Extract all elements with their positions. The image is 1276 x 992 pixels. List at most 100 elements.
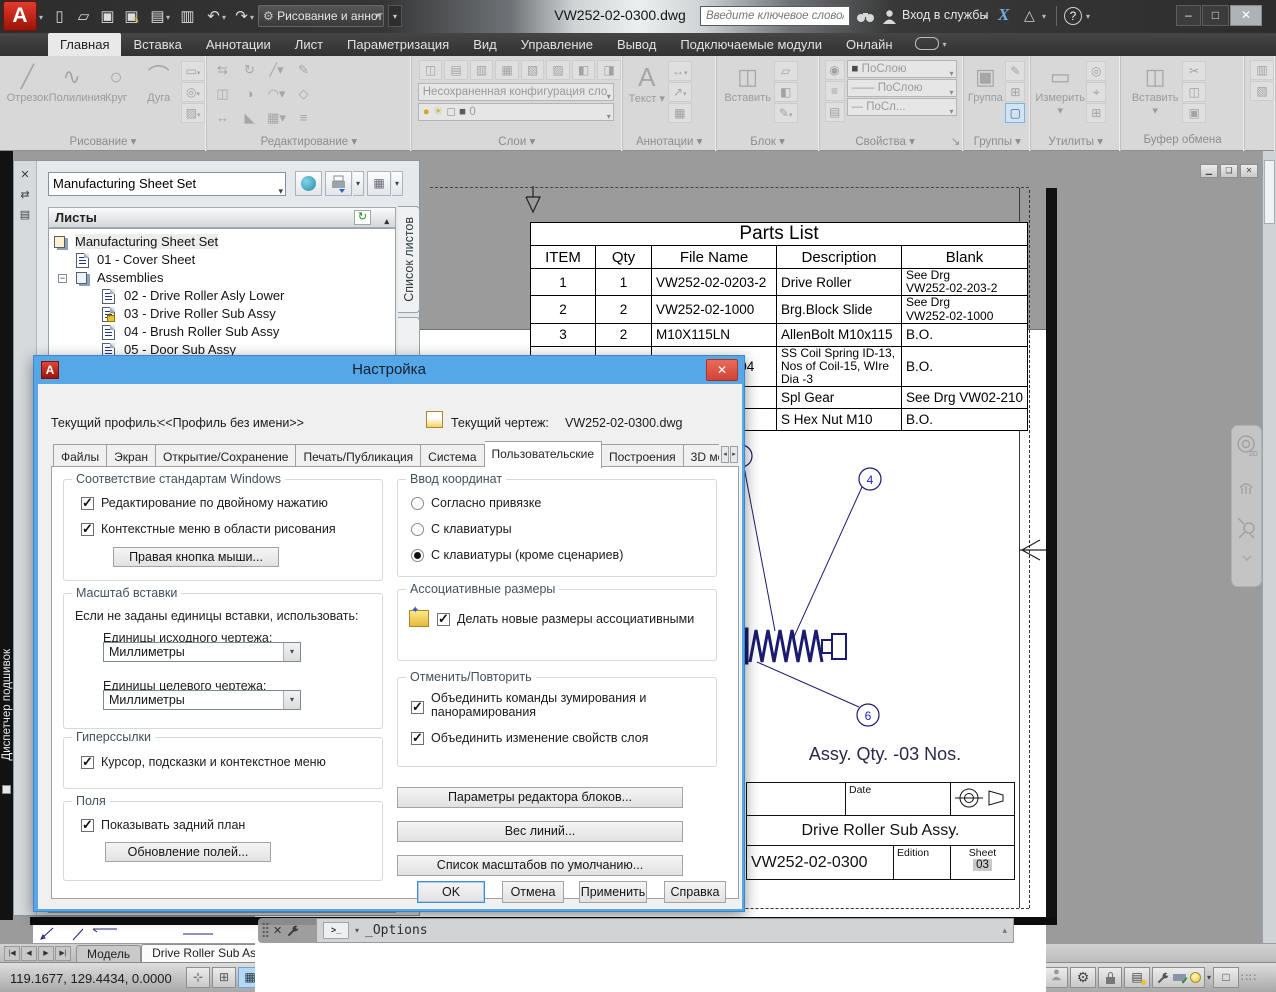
search-icon[interactable]: [856, 11, 876, 24]
refresh-icon[interactable]: ↻: [354, 210, 371, 225]
clean-screen-button[interactable]: □: [1213, 967, 1239, 988]
print-dropdown-icon[interactable]: ▾: [353, 171, 364, 196]
context-menus-checkbox[interactable]: [81, 523, 94, 536]
associative-dim-checkbox[interactable]: [437, 613, 450, 626]
panel-modify-label[interactable]: Редактирование ▾: [207, 134, 411, 151]
navigation-bar[interactable]: 2D: [1231, 425, 1262, 587]
ribbon-tab-output[interactable]: Вывод: [605, 33, 668, 56]
tree-item-sheet-02[interactable]: 02 - Drive Roller Asly Lower: [49, 288, 395, 306]
line-tool[interactable]: ╱Отрезок: [6, 58, 49, 124]
erase-icon[interactable]: ✎: [290, 59, 317, 83]
layer-properties-icon[interactable]: ◫: [419, 60, 443, 80]
publish-dwf-button[interactable]: [295, 171, 322, 196]
layer-state-combo[interactable]: Несохраненная конфигурация сло▾: [418, 83, 614, 101]
layer-combo[interactable]: ● ☀ ◻ ■ 0▾: [418, 103, 614, 121]
quick-calc-icon[interactable]: ⊞: [1086, 103, 1106, 123]
panel-utilities-label[interactable]: Утилиты ▾: [1031, 134, 1120, 151]
tree-item-sheet-set-root[interactable]: Manufacturing Sheet Set: [49, 234, 395, 252]
right-click-button[interactable]: Правая кнопка мыши...: [113, 547, 279, 567]
layer-prev-icon[interactable]: ◨: [597, 60, 621, 80]
open-drawing-icon[interactable]: ▱: [74, 7, 93, 26]
tab-files[interactable]: Файлы: [53, 444, 107, 468]
sheet-set-combo[interactable]: Manufacturing Sheet Set ▾: [48, 172, 286, 196]
hatch-tool-icon[interactable]: ▨▾: [181, 103, 205, 123]
layer-freeze-icon[interactable]: ▦: [495, 60, 519, 80]
palette-properties-icon[interactable]: ▤: [14, 208, 36, 221]
tab-scroll-left-icon[interactable]: ◂: [721, 446, 729, 463]
workspace-dropdown-icon[interactable]: ▾: [376, 6, 380, 26]
sheet-set-combo-arrow[interactable]: ▾: [278, 180, 283, 202]
hardware-acceleration-button[interactable]: ▤: [1124, 967, 1150, 988]
ribbon-tab-plugins[interactable]: Подключаемые модули: [668, 33, 834, 56]
overflow-icon-1[interactable]: ▥: [1250, 60, 1274, 80]
ungroup-icon[interactable]: ⊞: [1005, 82, 1025, 102]
command-close-icon[interactable]: ✕: [273, 924, 282, 937]
autodesk360-icon[interactable]: △: [1024, 7, 1035, 24]
mirror-icon[interactable]: ◑: [236, 83, 263, 107]
print-icon[interactable]: ▥: [178, 7, 197, 26]
ribbon-tab-insert[interactable]: Вставка: [121, 33, 193, 56]
plot-preview-icon[interactable]: ▤: [148, 7, 167, 26]
panel-block-label[interactable]: Блок ▾: [717, 134, 819, 151]
rotate-icon[interactable]: ↻: [236, 59, 263, 83]
user-icon[interactable]: [882, 9, 897, 25]
tree-item-cover-sheet[interactable]: 01 - Cover Sheet: [49, 252, 395, 270]
prev-layout-button[interactable]: ◀: [21, 946, 37, 961]
copy-icon[interactable]: ◫: [209, 83, 236, 107]
drag-grip-icon[interactable]: [262, 922, 269, 939]
connect-icon[interactable]: [915, 37, 939, 50]
properties-list-icon[interactable]: ▤: [825, 102, 845, 122]
panel-annotation-label[interactable]: Аннотации ▾: [623, 134, 716, 151]
create-block-icon[interactable]: ▱: [774, 61, 798, 81]
qat-customize-arrow[interactable]: ▾: [388, 5, 402, 27]
tab-open-save[interactable]: Открытие/Сохранение: [156, 444, 296, 468]
drawing-close-button[interactable]: ✕: [1240, 164, 1258, 178]
tab-user-preferences[interactable]: Пользовательские: [485, 441, 603, 468]
redo-dropdown-icon[interactable]: ▾: [250, 13, 254, 22]
target-units-combo[interactable]: Миллиметры▾: [103, 690, 301, 710]
group-edit-icon[interactable]: ✎: [1005, 61, 1025, 81]
tab-system[interactable]: Система: [421, 444, 484, 468]
recent-commands-arrow-icon[interactable]: ▾: [355, 926, 359, 935]
signin-button[interactable]: Вход в службы: [902, 8, 988, 22]
panel-draw-label[interactable]: Рисование ▾: [0, 134, 206, 151]
palette-close-icon[interactable]: ✕: [14, 168, 36, 181]
application-menu-button[interactable]: A: [3, 1, 37, 31]
workspace-switcher[interactable]: ⚙ Рисование и аннотации ▾: [258, 5, 384, 27]
autodesk360-dropdown-icon[interactable]: ▾: [1042, 12, 1046, 21]
insert-block-tool[interactable]: ◫Вставить: [723, 58, 773, 124]
copy-clip-icon[interactable]: ◫: [1182, 82, 1206, 102]
application-menu-arrow-icon[interactable]: ▾: [39, 13, 43, 22]
tree-item-assemblies[interactable]: − Assemblies: [49, 270, 395, 288]
vertical-scrollbar[interactable]: [1262, 151, 1276, 943]
layer-isolate-icon[interactable]: ▥: [470, 60, 494, 80]
linetype-combo[interactable]: —— ПоСлою▾: [847, 79, 957, 97]
match-properties-icon[interactable]: ◉: [825, 60, 845, 80]
new-drawing-icon[interactable]: ▯: [50, 7, 69, 26]
apply-button[interactable]: Применить: [579, 881, 647, 903]
help-button[interactable]: Справка: [664, 881, 726, 903]
help-dropdown-icon[interactable]: ▾: [1086, 12, 1090, 21]
arc-tool[interactable]: ⌒Дуга: [137, 58, 180, 124]
workspace-switching-gear-icon[interactable]: ⚙: [1070, 967, 1096, 988]
block-editor-settings-button[interactable]: Параметры редактора блоков...: [397, 787, 683, 808]
stretch-icon[interactable]: ↔: [209, 107, 236, 131]
default-scale-list-button[interactable]: Список масштабов по умолчанию...: [397, 855, 683, 876]
last-layout-button[interactable]: ▶|: [55, 946, 71, 961]
minimize-button[interactable]: –: [1176, 5, 1201, 26]
dimension-tool-icon[interactable]: ↔▾: [668, 61, 692, 81]
ribbon-tab-layout[interactable]: Лист: [283, 33, 335, 56]
panel-layers-label[interactable]: Слои ▾: [412, 134, 622, 151]
print-sheet-set-button[interactable]: [325, 171, 352, 196]
tree-item-sheet-03[interactable]: 03 - Drive Roller Sub Assy: [49, 306, 395, 324]
fillet-icon[interactable]: ◠▾: [263, 83, 290, 107]
keyboard-priority-radio[interactable]: [411, 523, 424, 536]
array-icon[interactable]: ▦▾: [263, 107, 290, 131]
source-units-combo[interactable]: Миллиметры▾: [103, 642, 301, 662]
status-tray-bulb-icon[interactable]: [1190, 972, 1201, 983]
paste-tool[interactable]: ◫Вставить ▾: [1129, 58, 1181, 124]
command-expand-icon[interactable]: ▴: [1002, 925, 1007, 936]
id-point-icon[interactable]: ◎: [1086, 61, 1106, 81]
polyline-tool[interactable]: ∿Полилиния: [49, 58, 95, 124]
lineweight-combo[interactable]: — ПоСл...▾: [847, 98, 957, 116]
